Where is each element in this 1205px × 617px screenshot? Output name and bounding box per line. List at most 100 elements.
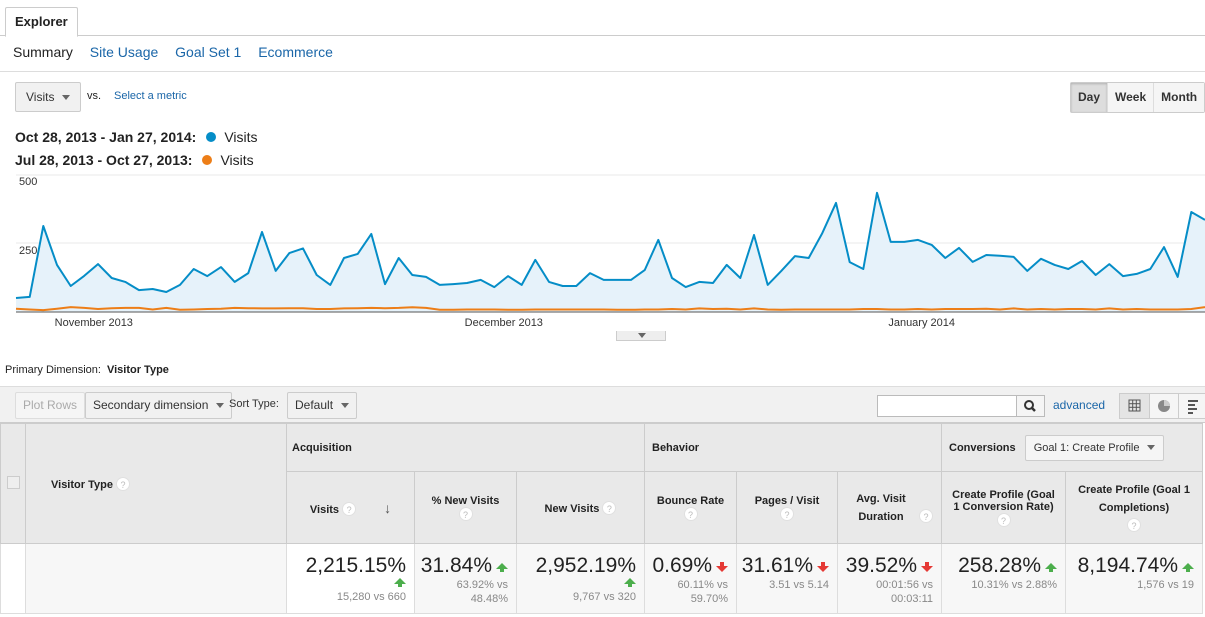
- column-header-pct-new-visits[interactable]: % New Visits?: [414, 471, 517, 544]
- data-point[interactable]: [805, 254, 813, 262]
- help-icon[interactable]: ?: [116, 476, 131, 491]
- data-point[interactable]: [695, 304, 703, 312]
- data-point[interactable]: [381, 304, 389, 312]
- data-point[interactable]: [285, 249, 293, 257]
- help-icon[interactable]: ?: [996, 512, 1011, 527]
- data-point[interactable]: [996, 252, 1004, 260]
- goal-dropdown[interactable]: Goal 1: Create Profile: [1024, 434, 1165, 461]
- data-point[interactable]: [764, 281, 772, 289]
- column-header-bounce-rate[interactable]: Bounce Rate?: [644, 471, 737, 544]
- data-point[interactable]: [436, 281, 444, 289]
- data-point[interactable]: [367, 304, 375, 312]
- data-point[interactable]: [340, 254, 348, 262]
- data-point[interactable]: [395, 304, 403, 312]
- data-point[interactable]: [777, 306, 785, 314]
- data-point[interactable]: [244, 304, 252, 312]
- data-point[interactable]: [299, 304, 307, 312]
- chart-collapse-handle[interactable]: [616, 331, 666, 341]
- data-point[interactable]: [586, 269, 594, 277]
- select-all-checkbox[interactable]: [6, 475, 20, 489]
- data-point[interactable]: [504, 272, 512, 280]
- data-point[interactable]: [1105, 304, 1113, 312]
- data-point[interactable]: [900, 238, 908, 246]
- data-point[interactable]: [750, 304, 758, 312]
- data-point[interactable]: [600, 276, 608, 284]
- column-header-goal1-conversion-rate[interactable]: Create Profile (Goal 1 Conversion Rate)?: [941, 471, 1066, 544]
- data-point[interactable]: [12, 294, 20, 302]
- data-point[interactable]: [545, 278, 553, 286]
- data-point[interactable]: [750, 231, 758, 239]
- data-point[interactable]: [340, 304, 348, 312]
- data-point[interactable]: [777, 267, 785, 275]
- period-week-button[interactable]: Week: [1107, 83, 1154, 112]
- data-point[interactable]: [1010, 253, 1018, 261]
- data-point[interactable]: [108, 304, 116, 312]
- data-point[interactable]: [1092, 271, 1100, 279]
- data-point[interactable]: [449, 280, 457, 288]
- data-point[interactable]: [1187, 208, 1195, 216]
- data-point[interactable]: [1133, 270, 1141, 278]
- primary-dimension-value[interactable]: Visitor Type: [107, 364, 169, 376]
- period-day-button[interactable]: Day: [1071, 83, 1108, 112]
- data-point[interactable]: [1160, 243, 1168, 251]
- data-point[interactable]: [969, 258, 977, 266]
- data-point[interactable]: [313, 271, 321, 279]
- data-point[interactable]: [67, 282, 75, 290]
- pie-view-button[interactable]: [1149, 394, 1178, 418]
- data-point[interactable]: [121, 278, 129, 286]
- data-point[interactable]: [982, 251, 990, 259]
- data-point[interactable]: [627, 276, 635, 284]
- data-point[interactable]: [108, 274, 116, 282]
- plot-rows-button[interactable]: Plot Rows: [15, 392, 86, 419]
- advanced-filter-link[interactable]: advanced: [1053, 398, 1105, 412]
- data-point[interactable]: [641, 266, 649, 274]
- data-point[interactable]: [1064, 265, 1072, 273]
- data-point[interactable]: [231, 278, 239, 286]
- data-point[interactable]: [449, 306, 457, 314]
- data-point[interactable]: [846, 258, 854, 266]
- data-point[interactable]: [1119, 272, 1127, 280]
- data-point[interactable]: [354, 304, 362, 312]
- data-point[interactable]: [914, 236, 922, 244]
- help-icon[interactable]: ?: [919, 508, 934, 523]
- search-button[interactable]: [1016, 395, 1045, 417]
- data-point[interactable]: [941, 254, 949, 262]
- data-point[interactable]: [367, 230, 375, 238]
- data-point[interactable]: [572, 282, 580, 290]
- data-point[interactable]: [217, 263, 225, 271]
- data-point[interactable]: [135, 286, 143, 294]
- data-point[interactable]: [162, 288, 170, 296]
- data-point[interactable]: [1010, 304, 1018, 312]
- data-point[interactable]: [203, 272, 211, 280]
- help-icon[interactable]: ?: [342, 501, 357, 516]
- data-point[interactable]: [272, 267, 280, 275]
- help-icon[interactable]: ?: [780, 506, 794, 521]
- data-point[interactable]: [39, 306, 47, 314]
- column-header-visits[interactable]: Visits ? ↓: [286, 471, 415, 544]
- data-point[interactable]: [190, 265, 198, 273]
- data-point[interactable]: [887, 238, 895, 246]
- data-point[interactable]: [231, 304, 239, 312]
- secondary-dimension-dropdown[interactable]: Secondary dimension: [85, 392, 233, 419]
- data-point[interactable]: [518, 281, 526, 289]
- table-search-input[interactable]: [877, 395, 1017, 417]
- data-point[interactable]: [422, 273, 430, 281]
- metric-dropdown[interactable]: Visits: [15, 82, 81, 112]
- data-point[interactable]: [791, 252, 799, 260]
- data-point[interactable]: [121, 304, 129, 312]
- data-point[interactable]: [1146, 265, 1154, 273]
- data-point[interactable]: [80, 272, 88, 280]
- help-icon[interactable]: ?: [602, 500, 617, 515]
- data-point[interactable]: [436, 306, 444, 314]
- data-point[interactable]: [1105, 260, 1113, 268]
- data-point[interactable]: [613, 306, 621, 314]
- data-point[interactable]: [176, 306, 184, 314]
- data-point[interactable]: [176, 281, 184, 289]
- data-point[interactable]: [1023, 267, 1031, 275]
- table-view-button[interactable]: [1120, 394, 1149, 418]
- data-point[interactable]: [1051, 261, 1059, 269]
- data-point[interactable]: [627, 306, 635, 314]
- data-point[interactable]: [654, 236, 662, 244]
- data-point[interactable]: [67, 303, 75, 311]
- data-point[interactable]: [162, 304, 170, 312]
